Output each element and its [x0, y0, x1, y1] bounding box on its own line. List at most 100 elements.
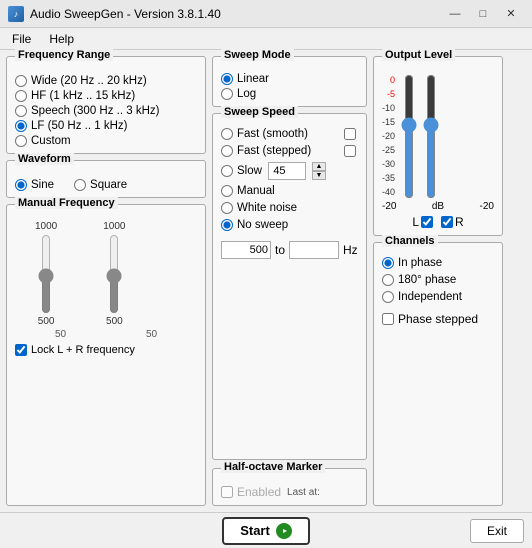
channel-180-phase-radio[interactable]	[382, 274, 394, 286]
right-db-value: -20	[480, 201, 494, 212]
speed-manual-radio[interactable]	[221, 185, 233, 197]
sweep-log-radio[interactable]	[221, 88, 233, 100]
freq-slider-left: 1000 500	[35, 221, 57, 327]
waveform-square[interactable]: Square	[74, 179, 127, 191]
freq-val-right: 50	[146, 329, 157, 340]
speed-fast-stepped[interactable]: Fast (stepped)	[221, 145, 311, 157]
left-channel-cb[interactable]	[421, 216, 433, 228]
manual-freq-panel: Manual Frequency 1000 500 1000 500 50 50	[6, 204, 206, 506]
output-level-panel: Output Level 0 -5 -10 -15 -20 -25 -30 -3…	[373, 56, 503, 236]
slow-spinner: ▲ ▼	[312, 162, 326, 180]
title-controls: — □ ✕	[442, 5, 524, 23]
speed-white-noise-radio[interactable]	[221, 202, 233, 214]
speed-manual[interactable]: Manual	[221, 185, 358, 197]
lock-lr-label: Lock L + R frequency	[31, 344, 135, 356]
mid-column: Sweep Mode Linear Log Sweep Speed	[212, 56, 367, 506]
left-channel-text: L	[412, 215, 419, 229]
speed-slow[interactable]: Slow	[221, 165, 262, 177]
half-octave-marker-panel: Half-octave Marker Enabled Last at:	[212, 468, 367, 506]
title-bar: ♪ Audio SweepGen - Version 3.8.1.40 — □ …	[0, 0, 532, 28]
speed-slow-row: Slow 45 ▲ ▼	[221, 162, 358, 180]
level-slider-right[interactable]	[421, 74, 441, 199]
menu-help[interactable]: Help	[41, 30, 82, 48]
frequency-range-options: Wide (20 Hz .. 20 kHz) HF (1 kHz .. 15 k…	[15, 75, 197, 147]
speed-fast-stepped-radio[interactable]	[221, 145, 233, 157]
bottom-bar: Start Exit	[0, 512, 532, 548]
freq-range-speech[interactable]: Speech (300 Hz .. 3 kHz)	[15, 105, 197, 117]
sweep-log[interactable]: Log	[221, 88, 358, 100]
freq-range-lf-radio[interactable]	[15, 120, 27, 132]
freq-slider-right: 1000 500	[103, 221, 125, 327]
slow-spinner-up[interactable]: ▲	[312, 162, 326, 171]
sweep-speed-title: Sweep Speed	[221, 106, 298, 118]
speed-fast-smooth-radio[interactable]	[221, 128, 233, 140]
manual-freq-title: Manual Frequency	[15, 197, 118, 209]
freq-range-wide-radio[interactable]	[15, 75, 27, 87]
sweep-speed-panel: Sweep Speed Fast (smooth) Fast (stepped)	[212, 113, 367, 460]
freq-range-custom-radio[interactable]	[15, 135, 27, 147]
speed-no-sweep-radio[interactable]	[221, 219, 233, 231]
freq-range-hf[interactable]: HF (1 kHz .. 15 kHz)	[15, 90, 197, 102]
waveform-sine-radio[interactable]	[15, 179, 27, 191]
speed-slow-radio[interactable]	[221, 165, 233, 177]
freq-range-speech-radio[interactable]	[15, 105, 27, 117]
level-sliders-container	[399, 73, 441, 199]
start-button[interactable]: Start	[222, 517, 310, 545]
lock-lr-checkbox[interactable]	[15, 344, 27, 356]
half-octave-enabled-label[interactable]: Enabled	[221, 485, 281, 499]
minimize-button[interactable]: —	[442, 5, 468, 23]
channel-in-phase-radio[interactable]	[382, 257, 394, 269]
right-channel-cb[interactable]	[441, 216, 453, 228]
channel-independent-radio[interactable]	[382, 291, 394, 303]
level-scale: 0 -5 -10 -15 -20 -25 -30 -35 -40	[382, 73, 395, 199]
freq-range-custom[interactable]: Custom	[15, 135, 197, 147]
half-octave-row: Enabled Last at:	[221, 485, 358, 499]
waveform-sine[interactable]: Sine	[15, 179, 54, 191]
sweep-linear-radio[interactable]	[221, 73, 233, 85]
sweep-to-input[interactable]	[289, 241, 339, 259]
freq-slider-right-top: 1000	[103, 221, 125, 232]
main-content: Frequency Range Wide (20 Hz .. 20 kHz) H…	[0, 50, 532, 512]
start-label: Start	[240, 523, 270, 538]
sweep-mode-title: Sweep Mode	[221, 49, 294, 61]
last-at-text: Last at:	[287, 487, 320, 498]
channels-panel: Channels In phase 180° phase Independent…	[373, 242, 503, 506]
phase-stepped-label: Phase stepped	[398, 312, 478, 326]
app-title: Audio SweepGen - Version 3.8.1.40	[30, 7, 221, 21]
freq-range-hf-radio[interactable]	[15, 90, 27, 102]
speed-fast-smooth[interactable]: Fast (smooth)	[221, 128, 308, 140]
channels-title: Channels	[382, 235, 438, 247]
left-db-value: -20	[382, 201, 396, 212]
level-slider-left[interactable]	[399, 74, 419, 199]
channel-in-phase[interactable]: In phase	[382, 257, 494, 269]
freq-range-lf[interactable]: LF (50 Hz .. 1 kHz)	[15, 120, 197, 132]
channels-options: In phase 180° phase Independent Phase st…	[382, 257, 494, 326]
freq-slider-right-input[interactable]	[104, 234, 124, 314]
slow-value-input[interactable]: 45	[268, 162, 306, 180]
sweep-from-input[interactable]	[221, 241, 271, 259]
waveform-square-radio[interactable]	[74, 179, 86, 191]
speed-fast-smooth-cb[interactable]	[344, 128, 356, 140]
half-octave-title: Half-octave Marker	[221, 461, 325, 473]
lock-row: Lock L + R frequency	[15, 344, 197, 356]
right-channel-label[interactable]: R	[441, 215, 464, 229]
close-button[interactable]: ✕	[498, 5, 524, 23]
exit-button[interactable]: Exit	[470, 519, 524, 543]
freq-slider-left-top: 1000	[35, 221, 57, 232]
sweep-linear[interactable]: Linear	[221, 73, 358, 85]
bottom-right: Exit	[310, 519, 524, 543]
channel-180-phase[interactable]: 180° phase	[382, 274, 494, 286]
freq-slider-left-input[interactable]	[36, 234, 56, 314]
left-channel-label[interactable]: L	[412, 215, 433, 229]
speed-white-noise[interactable]: White noise	[221, 202, 358, 214]
half-octave-enabled-cb[interactable]	[221, 486, 233, 498]
slow-spinner-down[interactable]: ▼	[312, 171, 326, 180]
speed-no-sweep[interactable]: No sweep	[221, 219, 358, 231]
right-channel-text: R	[455, 215, 464, 229]
maximize-button[interactable]: □	[470, 5, 496, 23]
channel-independent[interactable]: Independent	[382, 291, 494, 303]
freq-range-wide[interactable]: Wide (20 Hz .. 20 kHz)	[15, 75, 197, 87]
menu-file[interactable]: File	[4, 30, 39, 48]
speed-fast-stepped-cb[interactable]	[344, 145, 356, 157]
phase-stepped-cb[interactable]	[382, 313, 394, 325]
